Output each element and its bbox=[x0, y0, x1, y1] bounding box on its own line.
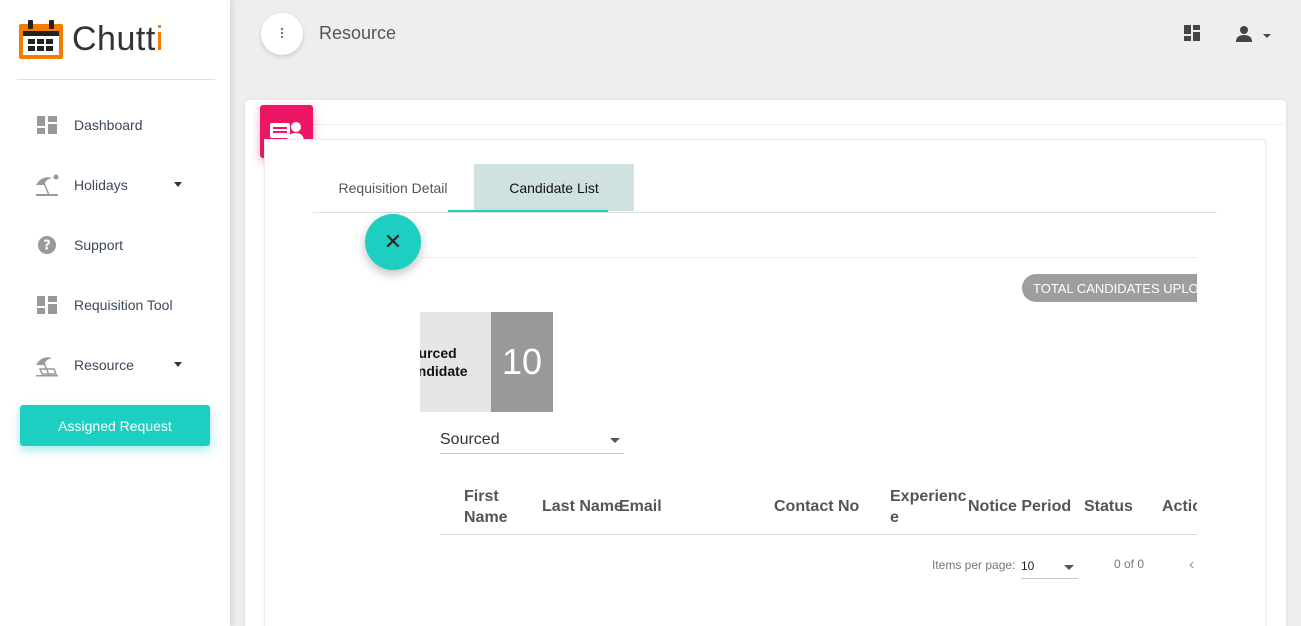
sidebar-item-support[interactable]: ? Support bbox=[20, 225, 210, 265]
section-divider bbox=[420, 257, 1197, 258]
table-header-divider bbox=[440, 534, 1197, 535]
app-name: Chutti bbox=[72, 20, 164, 58]
stat-value: 10 bbox=[491, 312, 553, 412]
sidebar-item-assigned-request[interactable]: Assigned Request bbox=[20, 405, 210, 446]
stat-label: ourced andidate bbox=[420, 312, 492, 412]
help-icon: ? bbox=[32, 235, 62, 255]
sidebar-item-label: Assigned Request bbox=[58, 417, 172, 434]
svg-text:?: ? bbox=[43, 239, 51, 254]
sidebar-item-label: Support bbox=[74, 237, 124, 253]
total-candidates-badge: TOTAL CANDIDATES UPLO bbox=[1022, 274, 1212, 302]
chevron-left-icon[interactable]: ‹ bbox=[1189, 556, 1194, 574]
app-logo[interactable]: Chutti bbox=[17, 0, 215, 80]
header-line: First bbox=[464, 488, 499, 505]
header-line: e bbox=[890, 509, 899, 526]
column-header-action[interactable]: Actio bbox=[1162, 496, 1202, 517]
more-menu-button[interactable] bbox=[261, 13, 303, 55]
beach-icon bbox=[32, 173, 62, 197]
column-header-first-name[interactable]: First Name bbox=[464, 486, 508, 528]
tab-label: Requisition Detail bbox=[338, 179, 448, 196]
card-header-divider bbox=[305, 124, 1285, 125]
close-icon: ✕ bbox=[383, 229, 403, 254]
beach-icon bbox=[32, 353, 62, 377]
calendar-logo-icon bbox=[18, 19, 64, 60]
header-line: Name bbox=[464, 509, 508, 526]
close-button[interactable]: ✕ bbox=[365, 214, 421, 270]
tab-requisition-detail[interactable]: Requisition Detail bbox=[313, 164, 473, 211]
sourced-candidate-stat: ourced andidate 10 bbox=[420, 312, 553, 412]
dashboard-icon bbox=[32, 116, 62, 134]
tab-divider bbox=[313, 212, 1217, 213]
sidebar-item-label: Dashboard bbox=[74, 117, 143, 133]
header-line: Experienc bbox=[890, 488, 967, 505]
sidebar-item-label: Holidays bbox=[74, 177, 128, 193]
sidebar-item-label: Resource bbox=[74, 357, 134, 373]
status-filter-select[interactable]: Sourced bbox=[440, 428, 624, 454]
items-per-page-label: Items per page: bbox=[932, 558, 1016, 572]
page-size-select[interactable]: 10 bbox=[1021, 557, 1078, 579]
tab-label: Candidate List bbox=[509, 179, 599, 196]
dashboard-icon[interactable] bbox=[1184, 25, 1200, 46]
page-size-value: 10 bbox=[1021, 559, 1035, 573]
panel-clip bbox=[1197, 260, 1257, 590]
chevron-down-icon bbox=[174, 362, 182, 367]
sidebar: Chutti Dashboard Holidays ? Support Requ… bbox=[0, 0, 230, 626]
stat-label-line: ourced bbox=[420, 345, 457, 361]
chevron-down-icon bbox=[1064, 565, 1074, 570]
column-header-email[interactable]: Email bbox=[619, 496, 662, 517]
column-header-last-name[interactable]: Last Name bbox=[542, 496, 623, 517]
pagination-range: 0 of 0 bbox=[1114, 557, 1145, 571]
sidebar-item-requisition-tool[interactable]: Requisition Tool bbox=[20, 285, 210, 325]
page-title: Resource bbox=[319, 23, 397, 43]
sidebar-item-dashboard[interactable]: Dashboard bbox=[20, 105, 210, 145]
chevron-down-icon bbox=[610, 438, 620, 443]
sidebar-item-resource[interactable]: Resource bbox=[20, 345, 210, 385]
dashboard-icon bbox=[32, 296, 62, 314]
column-header-experience[interactable]: Experienc e bbox=[890, 486, 966, 528]
column-header-contact-no[interactable]: Contact No bbox=[774, 496, 859, 517]
stat-label-line: andidate bbox=[420, 363, 468, 379]
person-icon bbox=[1236, 26, 1272, 46]
user-menu-button[interactable] bbox=[1236, 26, 1272, 47]
sidebar-item-holidays[interactable]: Holidays bbox=[20, 165, 210, 205]
sidebar-item-label: Requisition Tool bbox=[74, 297, 173, 313]
column-header-status[interactable]: Status bbox=[1084, 496, 1133, 517]
status-filter-value: Sourced bbox=[440, 431, 500, 448]
tab-candidate-list[interactable]: Candidate List bbox=[474, 164, 634, 211]
total-candidates-label: TOTAL CANDIDATES UPLO bbox=[1033, 280, 1199, 296]
more-vert-icon bbox=[280, 26, 284, 42]
chevron-down-icon bbox=[174, 182, 182, 187]
column-header-notice-period[interactable]: Notice Period bbox=[968, 496, 1071, 517]
